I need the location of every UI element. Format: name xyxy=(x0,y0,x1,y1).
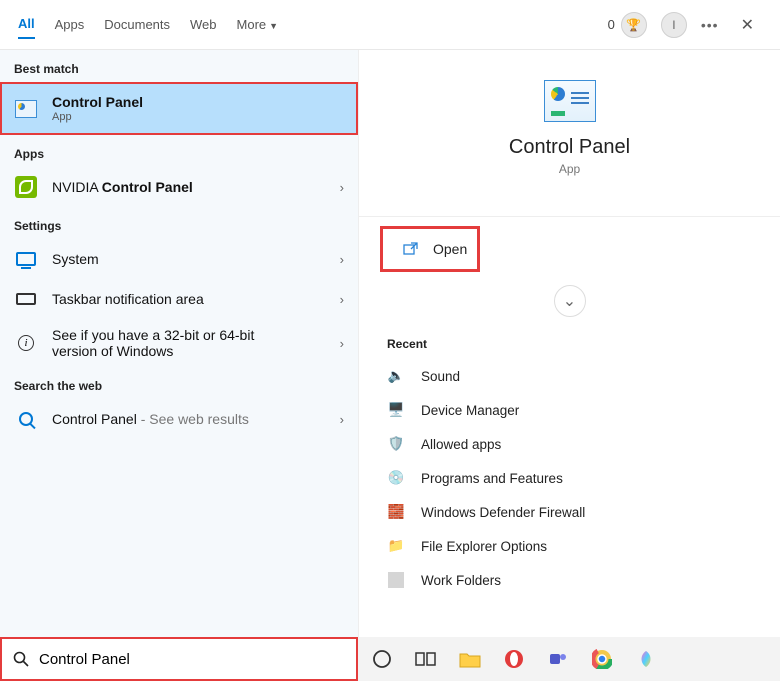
settings-result-bit-version[interactable]: i See if you have a 32-bit or 64-bit ver… xyxy=(0,319,358,367)
results-panel: Best match Control Panel App Apps NVIDIA… xyxy=(0,50,358,659)
chevron-right-icon: › xyxy=(340,180,344,195)
settings-result-system[interactable]: System › xyxy=(0,239,358,279)
best-match-subtitle: App xyxy=(52,111,344,123)
tab-more[interactable]: More▼ xyxy=(237,11,279,38)
taskbar-area-icon xyxy=(14,287,38,311)
search-box[interactable] xyxy=(0,637,358,681)
close-button[interactable]: ✕ xyxy=(733,11,762,39)
setting-title: System xyxy=(52,251,340,267)
tab-apps[interactable]: Apps xyxy=(55,11,85,38)
work-folders-icon xyxy=(387,571,405,589)
best-match-title: Control Panel xyxy=(52,94,344,110)
recent-defender-firewall[interactable]: 🧱Windows Defender Firewall xyxy=(359,495,780,529)
open-action[interactable]: Open xyxy=(381,227,479,271)
nvidia-icon xyxy=(14,175,38,199)
recent-work-folders[interactable]: Work Folders xyxy=(359,563,780,597)
control-panel-icon xyxy=(14,97,38,121)
recent-allowed-apps[interactable]: 🛡️Allowed apps xyxy=(359,427,780,461)
setting-title: Taskbar notification area xyxy=(52,291,340,307)
system-icon xyxy=(14,247,38,271)
preview-subtitle: App xyxy=(359,162,780,176)
device-manager-icon: 🖥️ xyxy=(387,401,405,419)
recent-label: Recent xyxy=(359,317,780,359)
open-icon xyxy=(403,242,419,256)
tab-all[interactable]: All xyxy=(18,10,35,39)
apps-label: Apps xyxy=(0,135,358,167)
file-explorer-icon[interactable] xyxy=(458,647,482,671)
firewall-icon: 🧱 xyxy=(387,503,405,521)
bottom-bar xyxy=(0,637,780,681)
rewards-badge[interactable]: 0 🏆 xyxy=(608,12,647,38)
best-match-result[interactable]: Control Panel App xyxy=(0,82,358,135)
chevron-down-icon: ⌄ xyxy=(563,291,576,311)
chevron-right-icon: › xyxy=(340,336,344,351)
programs-icon: 💿 xyxy=(387,469,405,487)
header-actions: 0 🏆 I ••• ✕ xyxy=(608,11,762,39)
teams-icon[interactable] xyxy=(546,647,570,671)
cortana-icon[interactable] xyxy=(370,647,394,671)
chrome-icon[interactable] xyxy=(590,647,614,671)
chevron-right-icon: › xyxy=(340,412,344,427)
tab-documents[interactable]: Documents xyxy=(104,11,170,38)
speaker-icon: 🔈 xyxy=(387,367,405,385)
chevron-down-icon: ▼ xyxy=(269,21,278,31)
recent-programs-features[interactable]: 💿Programs and Features xyxy=(359,461,780,495)
rewards-count: 0 xyxy=(608,17,615,32)
chevron-right-icon: › xyxy=(340,252,344,267)
chevron-right-icon: › xyxy=(340,292,344,307)
settings-label: Settings xyxy=(0,207,358,239)
opera-icon[interactable] xyxy=(502,647,526,671)
firewall-allow-icon: 🛡️ xyxy=(387,435,405,453)
app-result-nvidia[interactable]: NVIDIA Control Panel › xyxy=(0,167,358,207)
recent-device-manager[interactable]: 🖥️Device Manager xyxy=(359,393,780,427)
task-view-icon[interactable] xyxy=(414,647,438,671)
info-icon: i xyxy=(14,331,38,355)
open-label: Open xyxy=(433,241,467,257)
recent-sound[interactable]: 🔈Sound xyxy=(359,359,780,393)
search-input[interactable] xyxy=(39,651,345,668)
user-avatar[interactable]: I xyxy=(661,12,687,38)
best-match-label: Best match xyxy=(0,50,358,82)
filter-tabs: All Apps Documents Web More▼ xyxy=(18,0,278,49)
control-panel-large-icon xyxy=(359,80,780,122)
preview-panel: Control Panel App Open ⌄ Recent 🔈Sound 🖥… xyxy=(358,50,780,659)
tab-web[interactable]: Web xyxy=(190,11,217,38)
paint3d-icon[interactable] xyxy=(634,647,658,671)
search-icon xyxy=(13,651,29,667)
web-result-title: Control Panel - See web results xyxy=(52,411,340,427)
app-result-title: NVIDIA Control Panel xyxy=(52,179,340,195)
preview-title: Control Panel xyxy=(359,136,780,159)
folder-options-icon: 📁 xyxy=(387,537,405,555)
web-result[interactable]: Control Panel - See web results › xyxy=(0,399,358,439)
search-web-label: Search the web xyxy=(0,367,358,399)
divider xyxy=(359,216,780,217)
settings-result-taskbar-area[interactable]: Taskbar notification area › xyxy=(0,279,358,319)
more-options-button[interactable]: ••• xyxy=(701,17,719,33)
taskbar xyxy=(358,637,780,681)
main-content: Best match Control Panel App Apps NVIDIA… xyxy=(0,50,780,659)
trophy-icon: 🏆 xyxy=(621,12,647,38)
expand-button[interactable]: ⌄ xyxy=(554,285,586,317)
header-bar: All Apps Documents Web More▼ 0 🏆 I ••• ✕ xyxy=(0,0,780,50)
search-icon xyxy=(14,407,38,431)
setting-title: See if you have a 32-bit or 64-bit versi… xyxy=(52,327,292,359)
recent-file-explorer-options[interactable]: 📁File Explorer Options xyxy=(359,529,780,563)
